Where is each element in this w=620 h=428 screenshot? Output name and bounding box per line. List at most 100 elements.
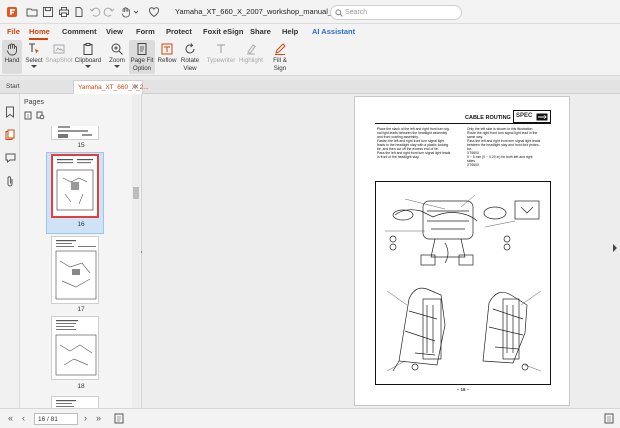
search-placeholder: Search xyxy=(345,9,368,16)
page-thumbnail-15[interactable] xyxy=(51,126,99,140)
tab-document[interactable]: Yamaha_XT_660_X_2... ✕ xyxy=(73,80,149,94)
page-thumbnail-16[interactable] xyxy=(51,154,99,218)
fill-sign-pen-icon xyxy=(275,43,286,55)
pages-scrollbar[interactable] xyxy=(132,94,140,408)
spec-badge-label: SPEC xyxy=(516,113,533,119)
ribbon-toolbar: Hand Select SnapShot Clipboard Zoom Page… xyxy=(0,40,620,76)
menu-comment[interactable]: Comment xyxy=(62,27,97,36)
page-preview xyxy=(55,320,97,376)
previous-page-button[interactable]: ‹ xyxy=(22,413,25,423)
cable-routing-diagram xyxy=(375,181,551,385)
foxit-logo-icon xyxy=(7,7,17,17)
undo-icon[interactable] xyxy=(89,6,101,18)
hand-label: Hand xyxy=(4,57,20,64)
favorite-icon[interactable] xyxy=(148,6,160,18)
menu-home[interactable]: Home xyxy=(29,27,50,36)
page-fit-icon xyxy=(137,43,147,55)
zoom-label: Zoom xyxy=(109,57,125,64)
menu-share[interactable]: Share xyxy=(250,27,271,36)
section-header: CABLE ROUTING xyxy=(465,115,511,121)
snapshot-button[interactable]: SnapShot xyxy=(45,40,73,65)
clipboard-label: Clipboard xyxy=(74,57,102,64)
redo-icon[interactable] xyxy=(103,6,115,18)
search-input[interactable]: Search xyxy=(330,5,462,20)
menu-ai-assistant[interactable]: AI Assistant xyxy=(312,27,355,36)
menu-view[interactable]: View xyxy=(106,27,123,36)
page-number-input[interactable]: 16 / 81 xyxy=(34,413,78,425)
chevron-down-icon[interactable] xyxy=(133,6,139,18)
zoom-icon xyxy=(111,43,123,55)
hand-button[interactable]: Hand xyxy=(2,40,22,74)
header-rule xyxy=(375,123,551,124)
page-footer-number: – 16 – xyxy=(456,387,470,392)
pages-icon[interactable] xyxy=(5,129,15,141)
select-button[interactable]: Select xyxy=(24,40,44,69)
page-layout-icon[interactable] xyxy=(114,413,124,424)
document-icon[interactable] xyxy=(73,6,85,18)
highlight-label: Highlight xyxy=(238,57,264,64)
menu-help[interactable]: Help xyxy=(282,27,298,36)
comments-icon[interactable] xyxy=(5,152,16,163)
document-viewer: CABLE ROUTING SPEC Place the slack of th… xyxy=(142,94,620,408)
zoom-button[interactable]: Zoom xyxy=(106,40,128,69)
fill-sign-label-line2: Sign xyxy=(273,65,287,72)
page-options-icon[interactable] xyxy=(24,111,33,120)
menu-protect[interactable]: Protect xyxy=(166,27,192,36)
page-fit-label-line2: Option xyxy=(132,65,152,72)
right-column-text: Only the left side is shown in this illu… xyxy=(467,127,555,167)
page-number-17: 17 xyxy=(77,306,85,313)
page-thumbnail-18[interactable] xyxy=(51,316,99,380)
rotate-view-button[interactable]: Rotate View xyxy=(179,40,201,73)
page-number-16: 16 xyxy=(77,221,85,228)
scrollbar-thumb[interactable] xyxy=(133,187,139,199)
typewriter-label: Typewriter xyxy=(206,57,236,64)
page-zoom-icon[interactable] xyxy=(36,111,45,120)
page-thumbnail-19[interactable] xyxy=(51,396,99,408)
page-preview xyxy=(56,400,76,407)
status-bar: « ‹ 16 / 81 › » xyxy=(0,408,620,428)
menu-form[interactable]: Form xyxy=(136,27,155,36)
title-bar: Yamaha_XT_660_X_2007_workshop_manual_www… xyxy=(0,0,620,24)
highlight-button[interactable]: Highlight xyxy=(237,40,265,65)
expand-right-panel-icon[interactable] xyxy=(612,244,618,252)
snapshot-label: SnapShot xyxy=(45,57,73,64)
close-tab-icon[interactable]: ✕ xyxy=(133,83,139,91)
reflow-label: Reflow xyxy=(157,57,177,64)
page-number-value: 16 / 81 xyxy=(38,416,58,423)
highlight-icon xyxy=(247,44,256,55)
clipboard-button[interactable]: Clipboard xyxy=(74,40,102,69)
search-icon xyxy=(335,9,343,17)
print-icon[interactable] xyxy=(58,6,70,18)
fill-sign-button[interactable]: Fill & Sign xyxy=(269,40,291,73)
first-page-button[interactable]: « xyxy=(8,413,13,423)
page-preview xyxy=(56,159,94,211)
page-fit-label-line1: Page Fit xyxy=(130,57,154,64)
text-line: in front of the headlight stay. xyxy=(377,155,420,159)
chevron-down-icon xyxy=(114,65,120,68)
typewriter-icon xyxy=(217,44,225,53)
save-icon[interactable] xyxy=(42,6,54,18)
page-fit-option-button[interactable]: Page Fit Option xyxy=(129,40,155,74)
tab-start[interactable]: Start xyxy=(2,80,24,94)
bookmark-icon[interactable] xyxy=(5,106,15,118)
page-preview xyxy=(58,126,92,138)
reflow-button[interactable]: Reflow xyxy=(156,40,178,65)
clipboard-icon xyxy=(83,43,93,55)
menu-file[interactable]: File xyxy=(7,27,20,36)
open-folder-icon[interactable] xyxy=(26,6,38,18)
spec-wrench-icon xyxy=(536,113,548,121)
text-line: XT660X xyxy=(467,163,480,167)
single-page-view-icon[interactable] xyxy=(604,413,614,424)
page-thumbnail-17[interactable] xyxy=(51,236,99,304)
document-tabs: Start Yamaha_XT_660_X_2... ✕ xyxy=(0,80,620,94)
last-page-button[interactable]: » xyxy=(96,413,101,423)
attachment-icon[interactable] xyxy=(5,175,15,187)
page-preview xyxy=(55,240,97,300)
select-label: Select xyxy=(25,57,43,64)
pages-panel-title: Pages xyxy=(24,99,44,106)
hand-tool-quick-icon[interactable] xyxy=(120,6,132,18)
rotate-label-line1: Rotate xyxy=(180,57,200,64)
typewriter-button[interactable]: Typewriter xyxy=(206,40,236,65)
next-page-button[interactable]: › xyxy=(84,413,87,423)
menu-foxit-esign[interactable]: Foxit eSign xyxy=(203,27,243,36)
